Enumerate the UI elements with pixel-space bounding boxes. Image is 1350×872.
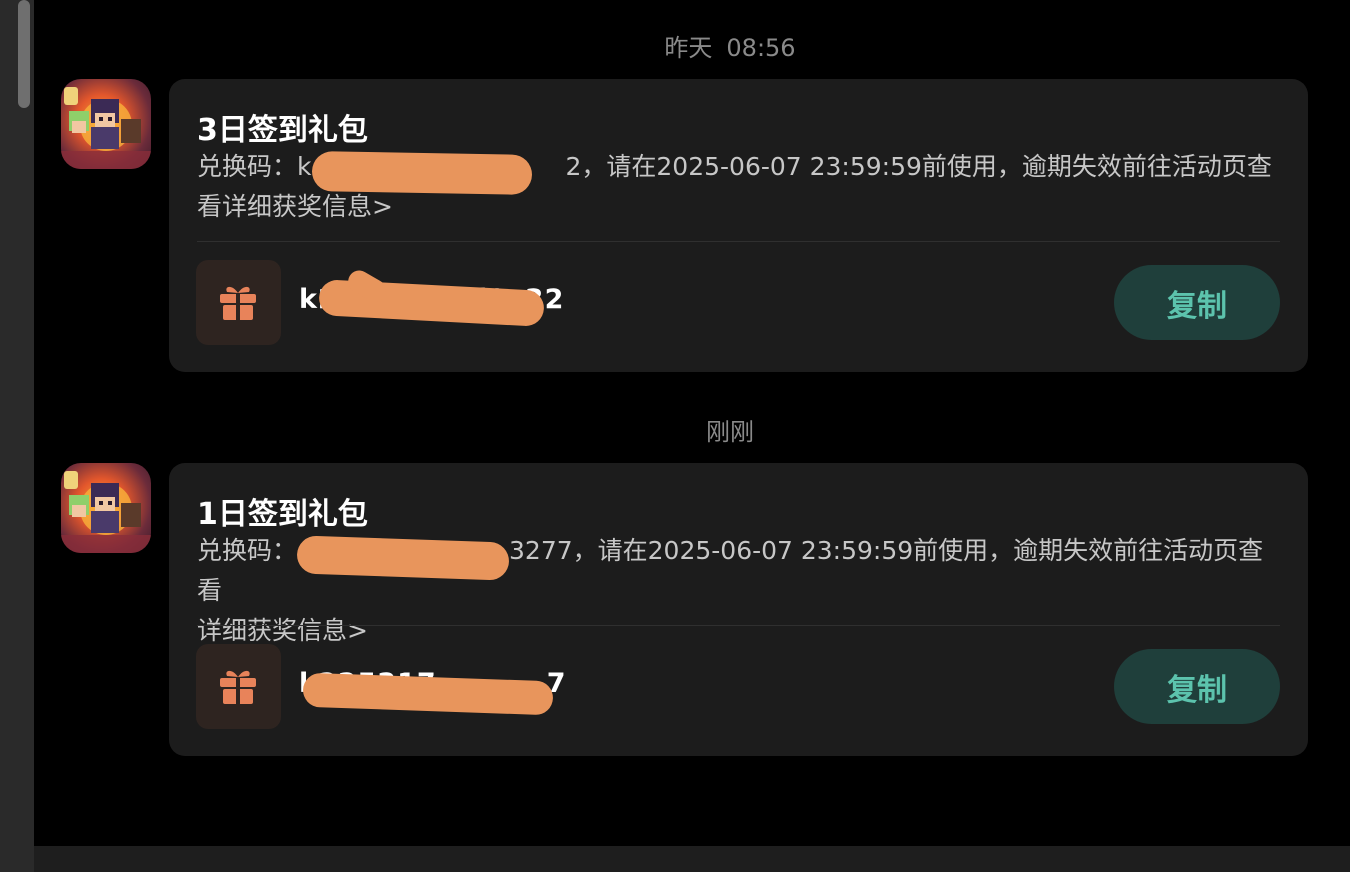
description-line2: 看详细获奖信息> [197,192,393,221]
redaction-mark [296,535,510,581]
copy-button[interactable]: 复制 [1114,265,1280,340]
description-prefix: 兑换码： [197,536,298,565]
timestamp-day: 刚刚 [706,418,754,446]
copy-button[interactable]: 复制 [1114,649,1280,724]
divider [197,241,1280,242]
description-line2: 详细获奖信息> [197,616,368,645]
timestamp: 刚刚 [0,412,1350,447]
description-code-tail: 2 [565,152,582,181]
timestamp-time: 08:56 [726,34,796,62]
gift-tile [196,260,281,345]
gift-tile [196,644,281,729]
bottom-bar [34,846,1350,872]
app-icon[interactable] [61,463,151,553]
card-title: 3日签到礼包 [197,113,368,148]
card-title: 1日签到礼包 [197,497,368,532]
description-prefix: 兑换码：k [197,152,312,181]
gift-icon [220,286,256,320]
timestamp: 昨天 08:56 [0,28,1350,63]
divider [197,625,1280,626]
description-line1: ，请在2025-06-07 23:59:59前使用，逾期失效前往活动页查 [581,152,1272,181]
game-character-icon [61,471,151,553]
redaction-mark [311,151,533,195]
timestamp-day: 昨天 [664,34,713,62]
message-card: 1日签到礼包 兑换码： 3277，请在2025-06-07 23:59:59前使用… [169,463,1308,756]
description-code-tail: 3277 [509,536,573,565]
app-icon[interactable] [61,79,151,169]
message-card: 3日签到礼包 兑换码：k 2，请在2025-06-07 23:59:59前使用，逾… [169,79,1308,372]
game-character-icon [61,87,151,169]
gift-icon [220,670,256,704]
